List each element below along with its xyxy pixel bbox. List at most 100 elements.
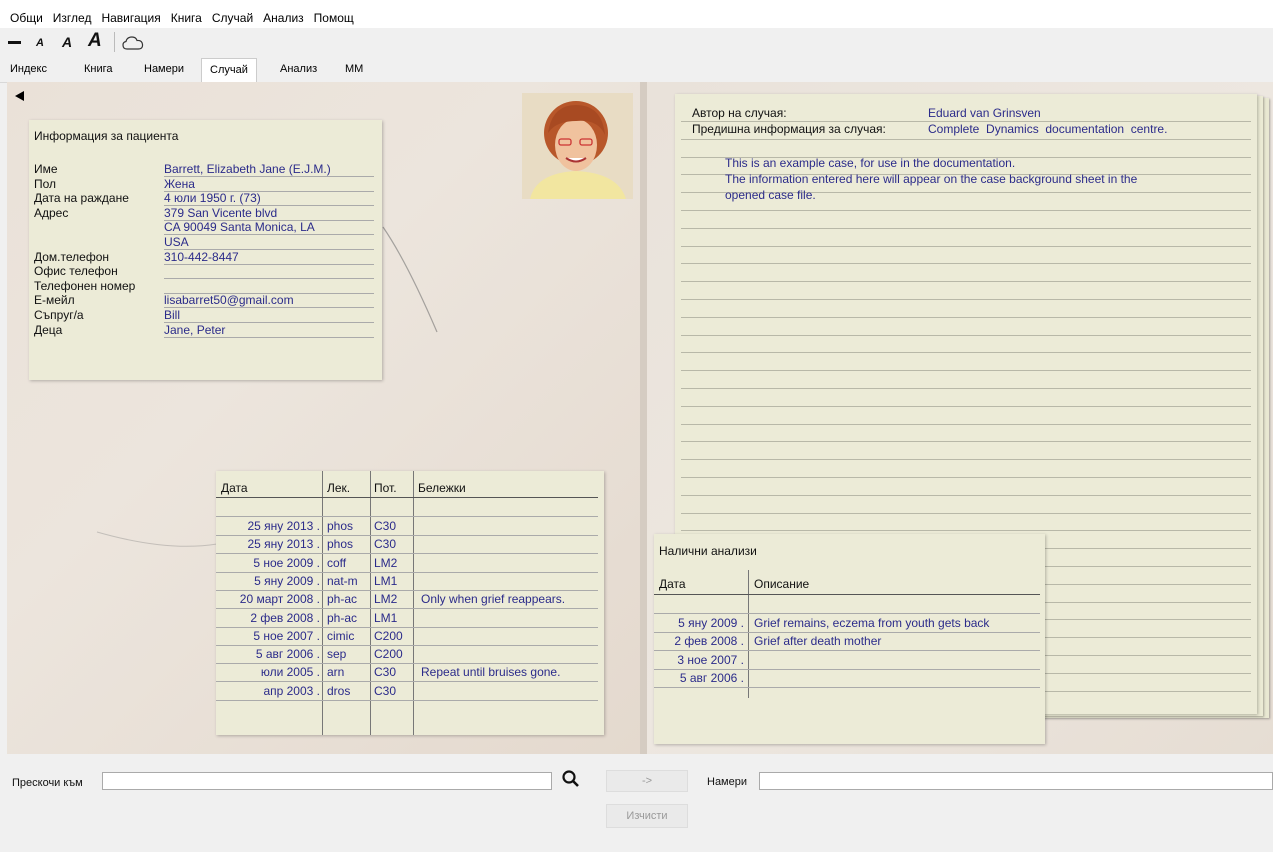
rx-potency[interactable]: C200 [374, 647, 403, 661]
rx-date[interactable]: 20 март 2008 . [216, 592, 320, 606]
patient-field-value[interactable]: USA [164, 235, 189, 249]
clear-button[interactable]: Изчисти [606, 804, 688, 828]
analyses-title: Налични анализи [659, 544, 757, 558]
rx-date[interactable]: 5 авг 2006 . [216, 647, 320, 661]
search-icon[interactable] [561, 769, 581, 789]
case-book: Информация за пациента Име Barrett, Eliza… [7, 82, 1273, 754]
find-input[interactable] [759, 772, 1273, 790]
rx-date[interactable]: 25 яну 2013 . [216, 537, 320, 551]
patient-field-label: Дом.телефон [34, 249, 110, 264]
rx-remedy[interactable]: ph-ac [327, 592, 357, 606]
rx-potency[interactable]: C30 [374, 537, 396, 551]
case-author-label: Автор на случая: [692, 106, 787, 120]
sheet-line [681, 335, 1251, 336]
rx-potency[interactable]: LM1 [374, 611, 397, 625]
rx-notes[interactable]: Only when grief reappears. [421, 592, 565, 606]
patient-field-value[interactable]: 310-442-8447 [164, 250, 239, 264]
rx-remedy[interactable]: phos [327, 519, 353, 533]
sheet-line [681, 530, 1251, 531]
rx-remedy[interactable]: nat-m [327, 574, 358, 588]
rx-date[interactable]: 5 яну 2009 . [216, 574, 320, 588]
rx-date[interactable]: 25 яну 2013 . [216, 519, 320, 533]
analysis-description[interactable]: Grief remains, eczema from youth gets ba… [754, 616, 989, 630]
previous-info-label: Предишна информация за случая: [692, 122, 886, 136]
row-line [216, 589, 598, 591]
rx-potency[interactable]: LM2 [374, 556, 397, 570]
analysis-date[interactable]: 3 ное 2007 . [654, 653, 744, 667]
menu-analysis[interactable]: Анализ [263, 11, 304, 25]
rx-remedy[interactable]: ph-ac [327, 611, 357, 625]
menu-book[interactable]: Книга [171, 11, 202, 25]
menu-navigation[interactable]: Навигация [101, 11, 160, 25]
sheet-line [681, 246, 1251, 247]
analysis-date[interactable]: 5 авг 2006 . [654, 671, 744, 685]
row-line [216, 608, 598, 610]
tab-book[interactable]: Книга [84, 63, 113, 75]
cloud-icon[interactable] [122, 35, 144, 51]
rx-potency[interactable]: C30 [374, 519, 396, 533]
font-medium-icon[interactable]: A [62, 34, 72, 50]
rx-date[interactable]: 5 ное 2009 . [216, 556, 320, 570]
tab-index[interactable]: Индекс [10, 63, 47, 75]
rx-remedy[interactable]: coff [327, 556, 346, 570]
patient-field-value[interactable]: Barrett, Elizabeth Jane (E.J.M.) [164, 162, 331, 176]
rx-potency[interactable]: LM2 [374, 592, 397, 606]
tab-mm[interactable]: ММ [345, 63, 363, 75]
analysis-description[interactable]: Grief after death mother [754, 634, 881, 648]
tab-case[interactable]: Случай [201, 58, 257, 83]
rx-notes[interactable]: Repeat until bruises gone. [421, 665, 560, 679]
patient-field-value[interactable]: Жена [164, 177, 195, 191]
rx-potency[interactable]: C30 [374, 665, 396, 679]
tab-find[interactable]: Намери [144, 63, 184, 75]
patient-field-value[interactable]: Jane, Peter [164, 323, 225, 337]
column-header-date: Дата [659, 577, 686, 591]
analysis-date[interactable]: 5 яну 2009 . [654, 616, 744, 630]
rx-remedy[interactable]: phos [327, 537, 353, 551]
case-text-line: opened case file. [725, 188, 816, 202]
sheet-line [681, 352, 1251, 353]
rx-date[interactable]: 2 фев 2008 . [216, 611, 320, 625]
rx-date[interactable]: апр 2003 . [216, 684, 320, 698]
patient-field-value[interactable]: lisabarret50@gmail.com [164, 293, 294, 307]
previous-info-value: Complete Dynamics documentation centre. [928, 122, 1168, 136]
patient-field-value[interactable]: Bill [164, 308, 180, 322]
patient-field-value[interactable]: CA 90049 Santa Monica, LA [164, 220, 315, 234]
jump-to-input[interactable] [102, 772, 552, 790]
rx-remedy[interactable]: cimic [327, 629, 354, 643]
column-header-notes: Бележки [418, 481, 466, 495]
analysis-date[interactable]: 2 фев 2008 . [654, 634, 744, 648]
sheet-line [681, 263, 1251, 264]
rx-potency[interactable]: C30 [374, 684, 396, 698]
rx-date[interactable]: юли 2005 . [216, 665, 320, 679]
rx-remedy[interactable]: dros [327, 684, 350, 698]
patient-field-value[interactable]: 4 юли 1950 г. (73) [164, 191, 261, 205]
go-button[interactable]: -> [606, 770, 688, 792]
menu-case[interactable]: Случай [212, 11, 253, 25]
patient-field-label: Деца [34, 322, 63, 337]
column-header-date: Дата [221, 481, 248, 495]
menu-general[interactable]: Общи [10, 11, 43, 25]
font-small-icon[interactable]: A [36, 37, 44, 49]
patient-field-label: Име [34, 162, 58, 176]
right-page: Автор на случая: Eduard van Grinsven Пре… [647, 82, 1273, 754]
row-line [216, 626, 598, 628]
rx-remedy[interactable]: arn [327, 665, 344, 679]
rx-potency[interactable]: C200 [374, 629, 403, 643]
tab-analysis[interactable]: Анализ [280, 63, 317, 75]
menu-view[interactable]: Изглед [53, 11, 92, 25]
column-divider [413, 471, 414, 735]
sheet-line [681, 139, 1251, 140]
rx-potency[interactable]: LM1 [374, 574, 397, 588]
menu-help[interactable]: Помощ [314, 11, 354, 25]
font-decrease-icon[interactable] [8, 41, 21, 44]
column-header-remedy: Лек. [327, 481, 351, 495]
font-large-icon[interactable]: A [88, 30, 102, 52]
rx-date[interactable]: 5 ное 2007 . [216, 629, 320, 643]
back-arrow-icon[interactable] [14, 90, 26, 102]
patient-field-value[interactable]: 379 San Vicente blvd [164, 206, 277, 220]
menu-bar: Общи Изглед Навигация Книга Случай Анализ Помо… [0, 0, 1273, 28]
sheet-line [681, 477, 1251, 478]
patient-field-label: Телефонен номер [34, 278, 136, 293]
rx-remedy[interactable]: sep [327, 647, 346, 661]
row-line [216, 644, 598, 646]
